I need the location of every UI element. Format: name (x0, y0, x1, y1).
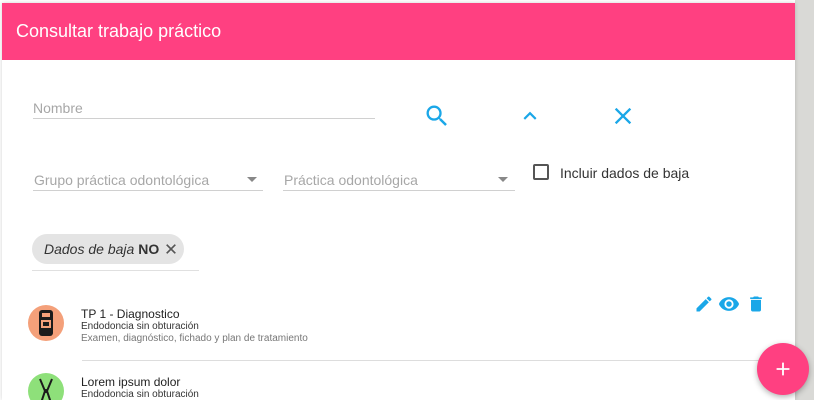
chevron-down-icon (247, 177, 257, 182)
include-deleted-checkbox[interactable] (533, 164, 549, 180)
edit-icon (696, 296, 712, 312)
item-title[interactable]: Lorem ipsum dolor (81, 375, 180, 389)
item-avatar (28, 373, 64, 400)
eye-icon (718, 297, 740, 311)
dental-tool-icon (39, 378, 53, 400)
page-header: Consultar trabajo práctico (2, 3, 795, 60)
clear-filters-button[interactable] (609, 102, 637, 130)
search-button[interactable] (421, 100, 453, 132)
delete-button[interactable] (745, 293, 767, 315)
delete-icon (750, 296, 762, 312)
item-description: Examen, diagnóstico, fichado y plan de t… (81, 333, 308, 344)
edit-button[interactable] (693, 293, 715, 315)
filter-chip: Dados de baja NO (32, 234, 184, 264)
collapse-filters-button[interactable] (516, 102, 544, 130)
chevron-down-icon (498, 177, 508, 182)
query-card: Consultar trabajo práctico Nombre Grupo … (2, 3, 795, 400)
close-icon (614, 107, 632, 125)
chip-label: Dados de baja (44, 241, 135, 257)
item-avatar (28, 305, 64, 341)
group-select-underline (33, 190, 263, 191)
chip-value: NO (138, 241, 160, 257)
practice-select-underline (283, 190, 515, 191)
practice-select[interactable]: Práctica odontológica (284, 172, 418, 188)
item-subtitle: Endodoncia sin obturación (81, 389, 199, 400)
chip-underline (32, 270, 199, 271)
item-subtitle: Endodoncia sin obturación (81, 321, 199, 332)
dental-cabinet-icon (39, 310, 53, 336)
chip-remove-button[interactable] (163, 241, 179, 257)
page-title: Consultar trabajo práctico (16, 21, 222, 41)
include-deleted-label: Incluir dados de baja (560, 165, 690, 181)
search-icon (426, 105, 447, 126)
plus-icon (776, 362, 790, 376)
chevron-up-icon (523, 111, 537, 120)
name-input-underline (33, 118, 375, 119)
background-gutter (795, 0, 814, 400)
add-button[interactable] (757, 343, 809, 395)
close-icon (166, 244, 177, 254)
name-input[interactable]: Nombre (33, 100, 83, 116)
list-divider (82, 360, 780, 361)
view-button[interactable] (717, 293, 741, 315)
item-title[interactable]: TP 1 - Diagnostico (81, 307, 180, 321)
group-select[interactable]: Grupo práctica odontológica (34, 172, 209, 188)
